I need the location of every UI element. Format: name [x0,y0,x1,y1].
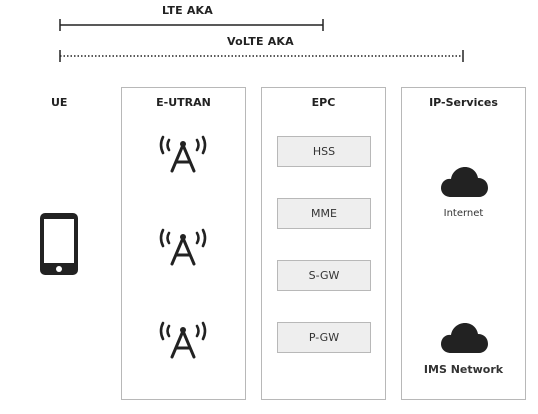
volte-aka-bracket [59,50,464,62]
ip-services-panel: IP-Services Internet IMS Network [401,87,526,400]
cell-tower-icon [159,135,207,173]
hss-node: HSS [277,136,371,167]
ue-label: UE [51,96,68,109]
pgw-node: P-GW [277,322,371,353]
internet-label: Internet [443,208,484,219]
lte-aka-bracket [59,19,324,31]
epc-panel: EPC HSS MME S-GW P-GW [261,87,386,400]
smartphone-icon [40,213,78,275]
ip-services-title: IP-Services [429,96,498,109]
cloud-icon [441,323,488,353]
cloud-icon [441,167,488,197]
cell-tower-icon [159,228,207,266]
sgw-node: S-GW [277,260,371,291]
mme-node: MME [277,198,371,229]
eutran-title: E-UTRAN [156,96,211,109]
cell-tower-icon [159,321,207,359]
ims-network-label: IMS Network [423,363,504,376]
epc-title: EPC [311,96,336,109]
